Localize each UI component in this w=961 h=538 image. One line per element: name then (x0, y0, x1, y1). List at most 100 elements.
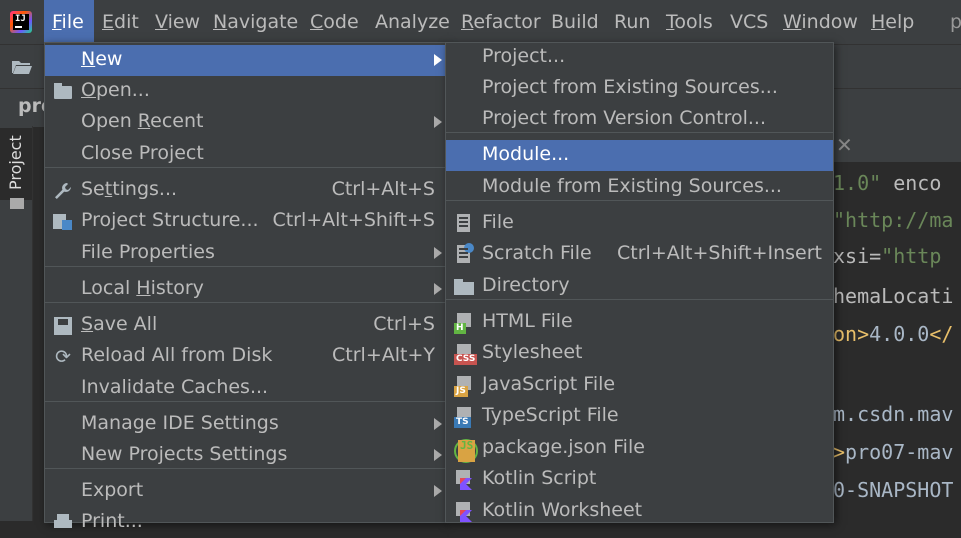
menu-navigate[interactable]: Navigate (213, 0, 305, 44)
file-menu-item-manage-ide-settings[interactable]: Manage IDE Settings (45, 409, 446, 440)
new-menu-item-directory[interactable]: Directory (446, 271, 833, 302)
kotlin-script-icon (454, 470, 474, 490)
new-menu-item-package-json-file[interactable]: JSJSpackage.json File (446, 433, 833, 464)
menu-item-label: New (81, 48, 123, 70)
menu-item-label: Directory (482, 274, 570, 296)
new-menu-item-project-from-existing-sources[interactable]: Project from Existing Sources... (446, 73, 833, 104)
menubar: IJ File Edit View Navigate Code Analyze Refact… (0, 0, 961, 44)
new-submenu-popup: Project... Project from Existing Sources.… (445, 42, 834, 523)
file-menu-popup: New Open... Open Recent Close Project Settin… (44, 42, 447, 532)
menu-item-label: Settings... (81, 178, 178, 200)
menu-item-shortcut: Ctrl+Alt+S (331, 178, 435, 200)
menu-item-label: Reload All from Disk (81, 344, 273, 366)
new-menu-item-project[interactable]: Project... (446, 42, 833, 73)
menu-edit[interactable]: Edit (102, 0, 146, 44)
file-menu-item-new[interactable]: New (45, 45, 446, 76)
file-icon (454, 214, 474, 234)
file-menu-item-local-history[interactable]: Local History (45, 274, 446, 305)
code-line: on>4.0.0</ (833, 322, 954, 346)
code-line: m.csdn.mav (833, 402, 954, 426)
menu-item-label: Project Structure... (81, 209, 259, 231)
menu-item-label: Scratch File (482, 242, 592, 264)
menu-item-label: Module from Existing Sources... (482, 175, 782, 197)
menu-item-label: Kotlin Script (482, 467, 597, 489)
file-menu-item-save-all[interactable]: Save All Ctrl+S (45, 310, 446, 341)
project-structure-icon (53, 212, 73, 232)
new-menu-item-kotlin-worksheet[interactable]: Kotlin Worksheet (446, 496, 833, 527)
file-menu-item-new-projects-settings[interactable]: New Projects Settings (45, 440, 446, 471)
kotlin-worksheet-icon (454, 502, 474, 522)
ts-file-icon: TS (454, 407, 474, 428)
file-menu-item-settings[interactable]: Settings... Ctrl+Alt+S (45, 175, 446, 206)
html-file-icon: H (454, 313, 474, 334)
new-menu-item-module-from-existing-sources[interactable]: Module from Existing Sources... (446, 172, 833, 203)
menu-view[interactable]: View (155, 0, 205, 44)
new-menu-item-javascript-file[interactable]: JS JavaScript File (446, 370, 833, 401)
submenu-arrow-icon (434, 54, 442, 66)
open-folder-icon[interactable] (12, 60, 32, 74)
menu-item-label: Manage IDE Settings (81, 412, 279, 434)
new-menu-item-kotlin-script[interactable]: Kotlin Script (446, 464, 833, 495)
menu-item-label: Save All (81, 313, 158, 335)
wrench-icon (53, 181, 73, 201)
folder-icon (10, 198, 24, 209)
menu-item-label: File Properties (81, 241, 215, 263)
new-menu-item-typescript-file[interactable]: TS TypeScript File (446, 401, 833, 432)
code-line: 1.0" enco (833, 171, 942, 195)
menu-item-label: Print... (81, 510, 143, 532)
menu-item-label: Module... (482, 143, 570, 165)
intellij-logo-icon: IJ (10, 11, 32, 33)
file-menu-item-print[interactable]: Print... (45, 507, 446, 538)
print-icon (53, 513, 73, 533)
file-menu-item-export[interactable]: Export (45, 476, 446, 507)
file-menu-item-close-project[interactable]: Close Project (45, 139, 446, 170)
new-menu-item-module[interactable]: Module... (446, 140, 833, 171)
menu-window[interactable]: Window (783, 0, 863, 44)
menu-help[interactable]: Help (871, 0, 923, 44)
menu-item-label: Stylesheet (482, 341, 583, 363)
new-menu-item-html-file[interactable]: H HTML File (446, 307, 833, 338)
reload-icon: ⟳ (55, 346, 71, 368)
menu-item-label: Kotlin Worksheet (482, 499, 643, 521)
menu-code[interactable]: Code (310, 0, 364, 44)
submenu-arrow-icon (434, 418, 442, 430)
menu-item-shortcut: Ctrl+Alt+Y (332, 344, 435, 366)
menu-refactor[interactable]: Refactor (461, 0, 541, 44)
submenu-arrow-icon (434, 449, 442, 461)
file-menu-item-open-recent[interactable]: Open Recent (45, 107, 446, 138)
new-menu-item-project-from-version-control[interactable]: Project from Version Control... (446, 104, 833, 135)
menu-item-label: Open... (81, 79, 150, 101)
new-menu-item-scratch-file[interactable]: Scratch File Ctrl+Alt+Shift+Insert (446, 239, 833, 270)
menu-item-shortcut: Ctrl+Alt+Shift+S (272, 209, 435, 231)
menu-vcs[interactable]: VCS (730, 0, 774, 44)
package-json-icon: JSJS (454, 439, 478, 463)
code-line: 0-SNAPSHOT (833, 478, 954, 502)
submenu-arrow-icon (434, 283, 442, 295)
directory-icon (454, 277, 474, 297)
file-menu-item-reload-all-from-disk[interactable]: ⟳ Reload All from Disk Ctrl+Alt+Y (45, 341, 446, 372)
js-file-icon: JS (454, 376, 474, 397)
new-menu-item-stylesheet[interactable]: CSS Stylesheet (446, 338, 833, 369)
new-menu-item-file[interactable]: File (446, 208, 833, 239)
menu-tools[interactable]: Tools (666, 0, 722, 44)
menu-analyze[interactable]: Analyze (375, 0, 455, 44)
file-menu-item-open[interactable]: Open... (45, 76, 446, 107)
project-tab-label: Project (6, 135, 25, 190)
open-folder-icon (53, 82, 73, 102)
project-tool-window-tab[interactable]: Project (0, 128, 32, 209)
menu-item-shortcut: Ctrl+S (373, 313, 435, 335)
menu-build[interactable]: Build (551, 0, 606, 44)
menu-run[interactable]: Run (614, 0, 658, 44)
file-menu-item-project-structure[interactable]: Project Structure... Ctrl+Alt+Shift+S (45, 206, 446, 237)
menu-item-label: package.json File (482, 436, 645, 458)
menu-file[interactable]: File (44, 0, 94, 44)
close-tab-icon[interactable]: ✕ (836, 133, 853, 157)
menu-item-label: JavaScript File (482, 373, 616, 395)
menu-item-label: Export (81, 479, 144, 501)
menu-item-label: New Projects Settings (81, 443, 288, 465)
menu-item-label: Close Project (81, 142, 204, 164)
file-menu-item-file-properties[interactable]: File Properties (45, 238, 446, 269)
code-line: >pro07-mav (833, 440, 954, 464)
file-menu-item-invalidate-caches[interactable]: Invalidate Caches... (45, 373, 446, 404)
css-file-icon: CSS (454, 344, 478, 365)
